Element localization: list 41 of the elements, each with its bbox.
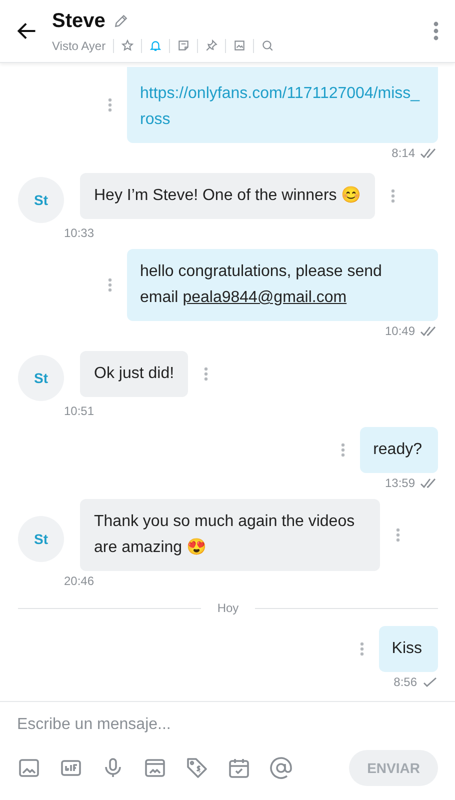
message-text: ready? (373, 441, 422, 458)
note-icon[interactable] (176, 39, 190, 52)
gallery-icon[interactable] (143, 756, 167, 780)
last-seen-text: Visto Ayer (52, 38, 106, 52)
message-options-icon[interactable] (360, 642, 364, 656)
message-time: 10:33 (64, 226, 94, 240)
calendar-icon[interactable] (227, 756, 251, 780)
pin-icon[interactable] (204, 39, 218, 52)
message-time: 10:49 (384, 324, 415, 338)
message-link[interactable]: https://onlyfans.com/1171127004/miss_ross (140, 81, 422, 133)
message-bubble: Ok just did! (80, 351, 188, 397)
message-options-icon[interactable] (204, 367, 208, 381)
message-options-icon[interactable] (108, 98, 112, 112)
contact-name: Steve (52, 10, 106, 32)
message-bubble: Thank you so much again the videos are amazing 😍 (80, 499, 380, 571)
image-icon[interactable] (232, 39, 246, 52)
date-divider-label: Hoy (217, 601, 239, 615)
message-options-icon[interactable] (396, 528, 400, 542)
message-options-icon[interactable] (391, 189, 396, 203)
message-text: hello congratulations, please send email peala9844@gmail.com (140, 263, 382, 306)
price-tag-icon[interactable] (185, 756, 209, 780)
avatar[interactable]: St (18, 516, 64, 562)
pencil-icon[interactable] (113, 13, 130, 29)
avatar[interactable]: St (18, 355, 64, 401)
message-time: 10:51 (64, 404, 94, 418)
image-icon[interactable] (17, 756, 41, 780)
message-text: Kiss (392, 640, 422, 657)
message-time: 20:46 (64, 574, 94, 588)
message-options-icon[interactable] (108, 278, 112, 292)
message-time: 8:56 (394, 675, 417, 689)
star-icon[interactable] (120, 39, 134, 52)
search-icon[interactable] (260, 39, 274, 52)
message-time: 13:59 (384, 476, 415, 490)
mention-icon[interactable] (269, 756, 293, 780)
message-bubble: Hey I’m Steve! One of the winners 😊 (80, 173, 376, 219)
more-options-icon[interactable] (433, 21, 439, 41)
bell-icon[interactable] (148, 39, 162, 52)
message-options-icon[interactable] (341, 443, 346, 457)
email-link[interactable]: peala9844@gmail.com (182, 289, 347, 306)
message-time: 8:14 (392, 146, 415, 160)
avatar[interactable]: St (18, 177, 64, 223)
